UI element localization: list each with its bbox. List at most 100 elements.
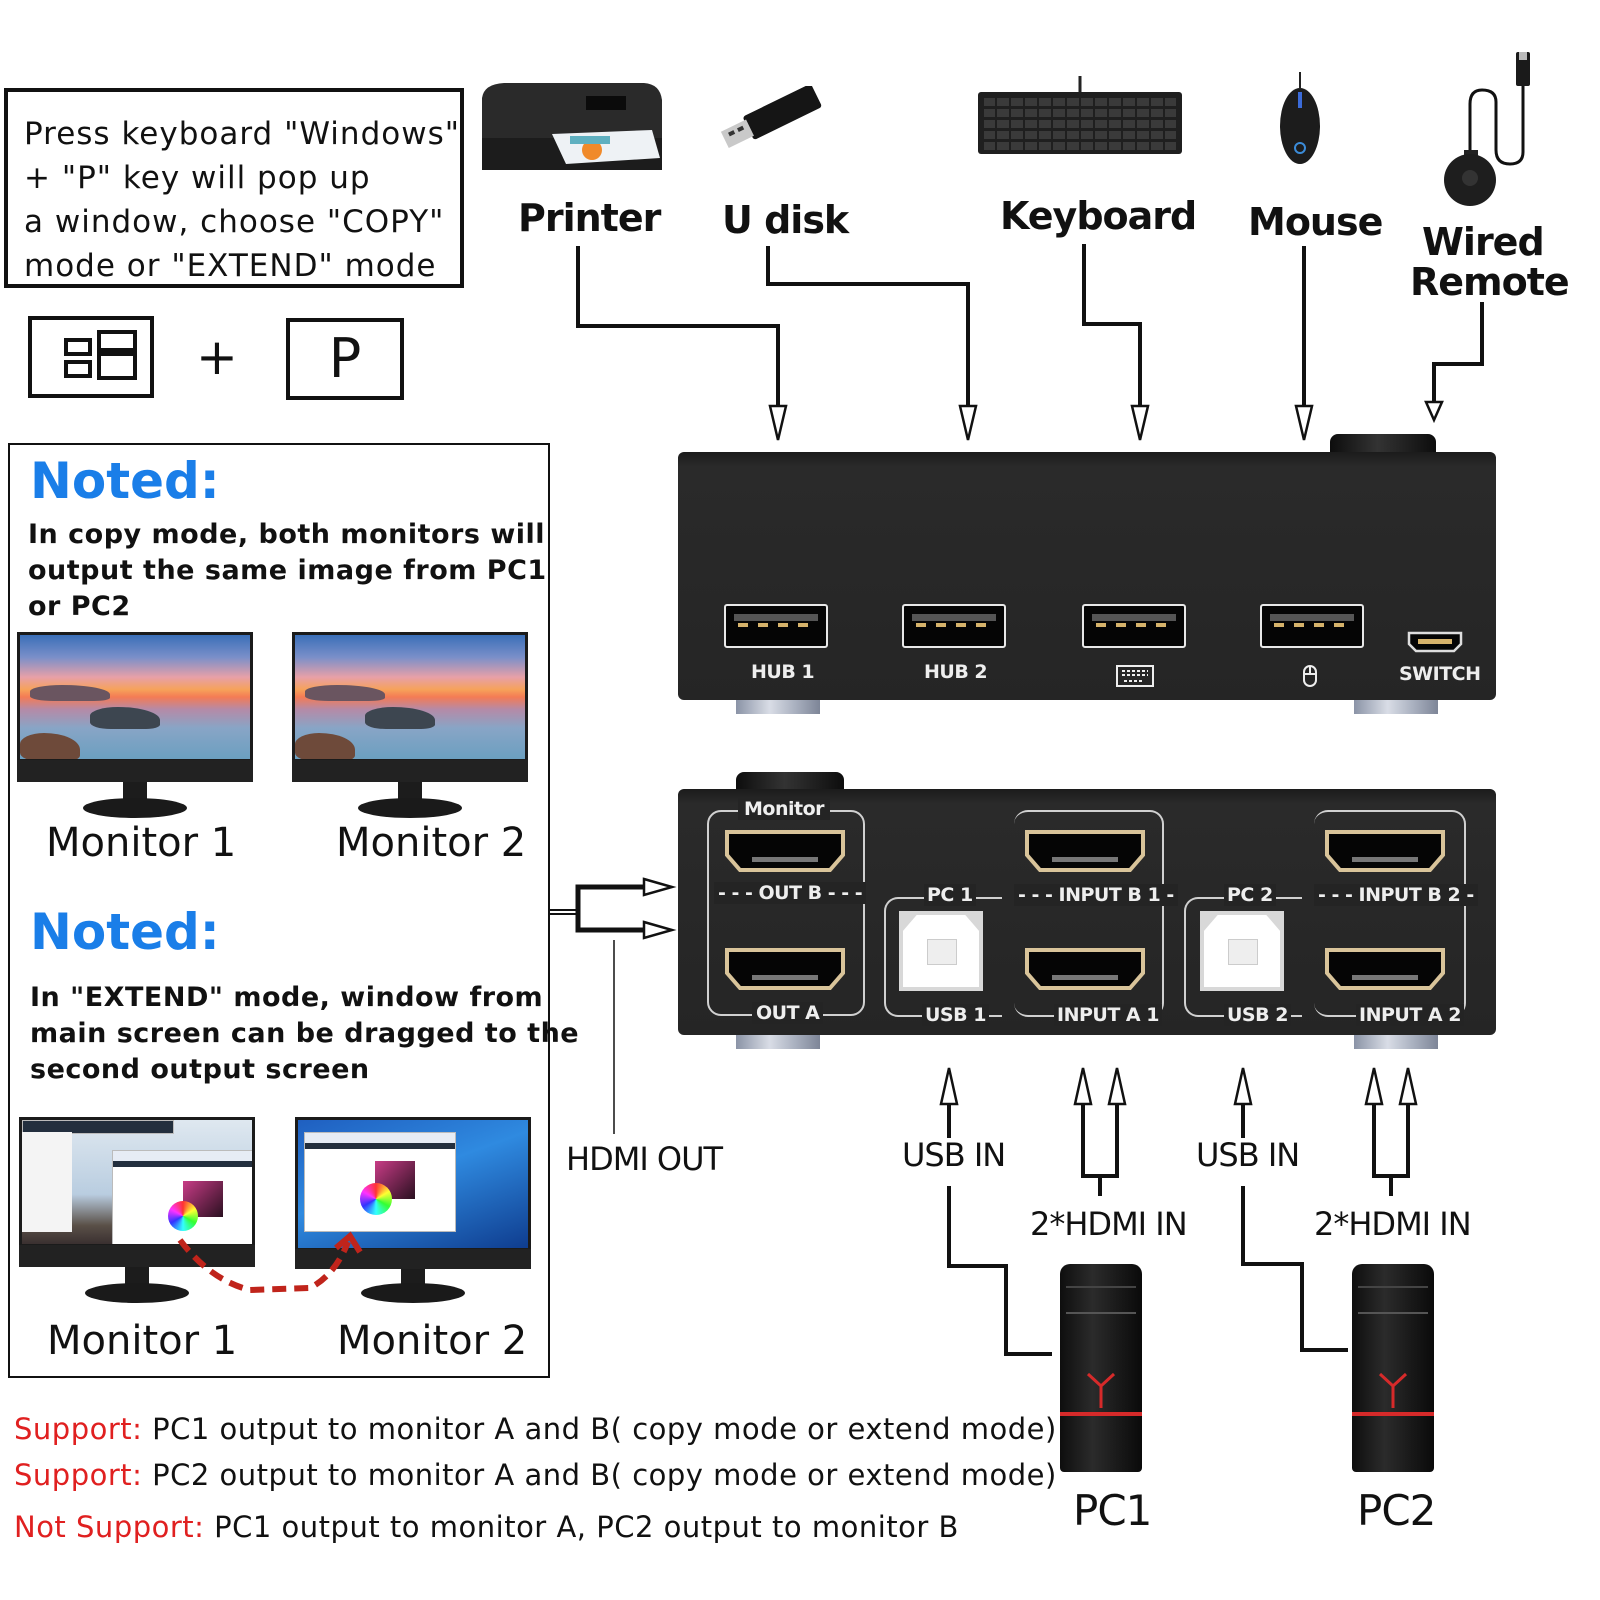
pc2-tower	[1352, 1264, 1434, 1472]
port-label-input-b2: - - - INPUT B 2 -	[1314, 884, 1478, 906]
hdmi-port-input-a2[interactable]	[1324, 947, 1446, 991]
port-label-out-b: - - - OUT B - - -	[714, 882, 867, 904]
port-label-switch: SWITCH	[1399, 663, 1481, 685]
instruction-line: + "P" key will pop up	[24, 160, 371, 196]
remote-connector	[1432, 302, 1484, 404]
device-label-printer: Printer	[518, 196, 661, 240]
instruction-line: mode or "EXTEND" mode	[24, 248, 437, 284]
monitor-screen	[17, 632, 253, 762]
p-key: P	[286, 318, 404, 400]
hdmi-port-input-b2[interactable]	[1324, 829, 1446, 873]
monitor-screen	[292, 632, 528, 762]
note-line: In "EXTEND" mode, window from	[30, 982, 544, 1013]
monitor-1-label: Monitor 1	[47, 1318, 238, 1364]
hdmi-out-label: HDMI OUT	[566, 1140, 723, 1178]
mouse-icon	[1280, 72, 1320, 164]
instruction-box: Press keyboard "Windows" + "P" key will …	[4, 88, 464, 288]
group-label-pc1: PC 1	[924, 884, 976, 906]
arrow-down-icon	[1294, 404, 1314, 441]
windows-key-icon	[64, 330, 137, 380]
support-text: PC1 output to monitor A and B( copy mode…	[152, 1412, 1057, 1446]
arrow-up-icon	[1107, 1067, 1127, 1106]
port-label-input-a1: INPUT A 1	[1054, 1004, 1162, 1026]
extend-mode-note: In "EXTEND" mode, window from main scree…	[30, 980, 579, 1088]
usb-port-keyboard[interactable]	[1082, 604, 1186, 648]
instruction-line: a window, choose "COPY"	[24, 204, 445, 240]
device-label-mouse: Mouse	[1248, 200, 1383, 244]
copy-mode-note: In copy mode, both monitors will output …	[28, 517, 547, 625]
port-label-input-b1: - - - INPUT B 1 -	[1014, 884, 1178, 906]
tower-logo-icon	[1378, 1372, 1408, 1408]
wired-remote-icon	[1444, 52, 1530, 206]
usb-in-label-pc2: USB IN	[1196, 1136, 1300, 1174]
not-support-tag: Not Support:	[14, 1510, 205, 1544]
arrow-right-icon	[642, 920, 677, 940]
hdmi-port-input-b1[interactable]	[1024, 829, 1146, 873]
monitor-screen	[19, 1117, 255, 1247]
group-label-pc2: PC 2	[1224, 884, 1276, 906]
usb-in-label-pc1: USB IN	[902, 1136, 1006, 1174]
port-label-usb2: USB 2	[1224, 1004, 1291, 1026]
note-line: second output screen	[30, 1054, 370, 1085]
pc2-label: PC2	[1357, 1486, 1436, 1535]
usb-b-port-usb2[interactable]	[1200, 911, 1284, 991]
udisk-connector	[766, 246, 970, 410]
keyboard-icon	[978, 76, 1182, 154]
monitor-2-label: Monitor 2	[336, 820, 527, 866]
port-label-hub-1: HUB 1	[751, 661, 815, 683]
port-label-out-a: OUT A	[752, 1002, 824, 1024]
not-support-text: PC1 output to monitor A, PC2 output to m…	[214, 1510, 959, 1544]
monitor-1-copy	[17, 632, 253, 822]
plus-sign: +	[196, 328, 238, 386]
note-line: or PC2	[28, 591, 131, 622]
noted-heading-extend: Noted:	[30, 903, 220, 961]
monitor-2-label: Monitor 2	[337, 1318, 528, 1364]
not-support-line: Not Support: PC1 output to monitor A, PC…	[14, 1510, 959, 1544]
printer-icon	[482, 83, 662, 170]
usb-b-port-usb1[interactable]	[899, 911, 983, 991]
hdmi-in-label-pc1: 2*HDMI IN	[1030, 1205, 1188, 1243]
hdmi-port-input-a1[interactable]	[1024, 947, 1146, 991]
note-line: In copy mode, both monitors will	[28, 519, 546, 550]
usb-port-hub-2[interactable]	[902, 604, 1006, 648]
arrow-up-icon	[1233, 1067, 1253, 1106]
hdmi-port-out-b[interactable]	[724, 829, 846, 873]
support-tag: Support:	[14, 1458, 143, 1492]
device-label-wired: Wired	[1422, 220, 1545, 264]
keyboard-connector	[1082, 244, 1142, 410]
device-label-remote: Remote	[1410, 260, 1570, 304]
port-label-usb1: USB 1	[922, 1004, 989, 1026]
usb-drive-icon	[720, 86, 822, 148]
port-label-hub-2: HUB 2	[924, 661, 988, 683]
keyboard-icon	[1116, 665, 1154, 687]
hdmi-port-out-a[interactable]	[724, 947, 846, 991]
arrow-up-icon	[1364, 1067, 1384, 1106]
device-label-u-disk: U disk	[722, 198, 849, 242]
pc1-label: PC1	[1073, 1486, 1152, 1535]
arrow-down-icon	[1130, 404, 1150, 441]
monitor-1-label: Monitor 1	[46, 820, 237, 866]
note-line: main screen can be dragged to the	[30, 1018, 580, 1049]
arrow-down-icon	[1424, 400, 1444, 424]
support-text: PC2 output to monitor A and B( copy mode…	[152, 1458, 1057, 1492]
group-label-monitor: Monitor	[738, 798, 831, 820]
printer-connector	[576, 246, 780, 410]
support-line-1: Support: PC1 output to monitor A and B( …	[14, 1412, 1057, 1446]
support-tag: Support:	[14, 1412, 143, 1446]
port-label-input-a2: INPUT A 2	[1356, 1004, 1464, 1026]
mouse-icon	[1303, 665, 1317, 687]
arrow-up-icon	[1398, 1067, 1418, 1106]
usb-port-hub-1[interactable]	[724, 604, 828, 648]
pc1-tower	[1060, 1264, 1142, 1472]
drag-arrow	[177, 1231, 363, 1294]
arrow-down-icon	[958, 404, 978, 441]
windows-key	[28, 316, 154, 398]
mini-usb-switch-port[interactable]	[1406, 630, 1464, 654]
monitor-2-copy	[292, 632, 528, 822]
note-line: output the same image from PC1	[28, 555, 547, 586]
arrow-right-icon	[642, 877, 677, 897]
hdmi-in-label-pc2: 2*HDMI IN	[1314, 1205, 1472, 1243]
usb-port-mouse[interactable]	[1260, 604, 1364, 648]
instruction-line: Press keyboard "Windows"	[24, 116, 460, 152]
device-label-keyboard: Keyboard	[1000, 194, 1197, 238]
